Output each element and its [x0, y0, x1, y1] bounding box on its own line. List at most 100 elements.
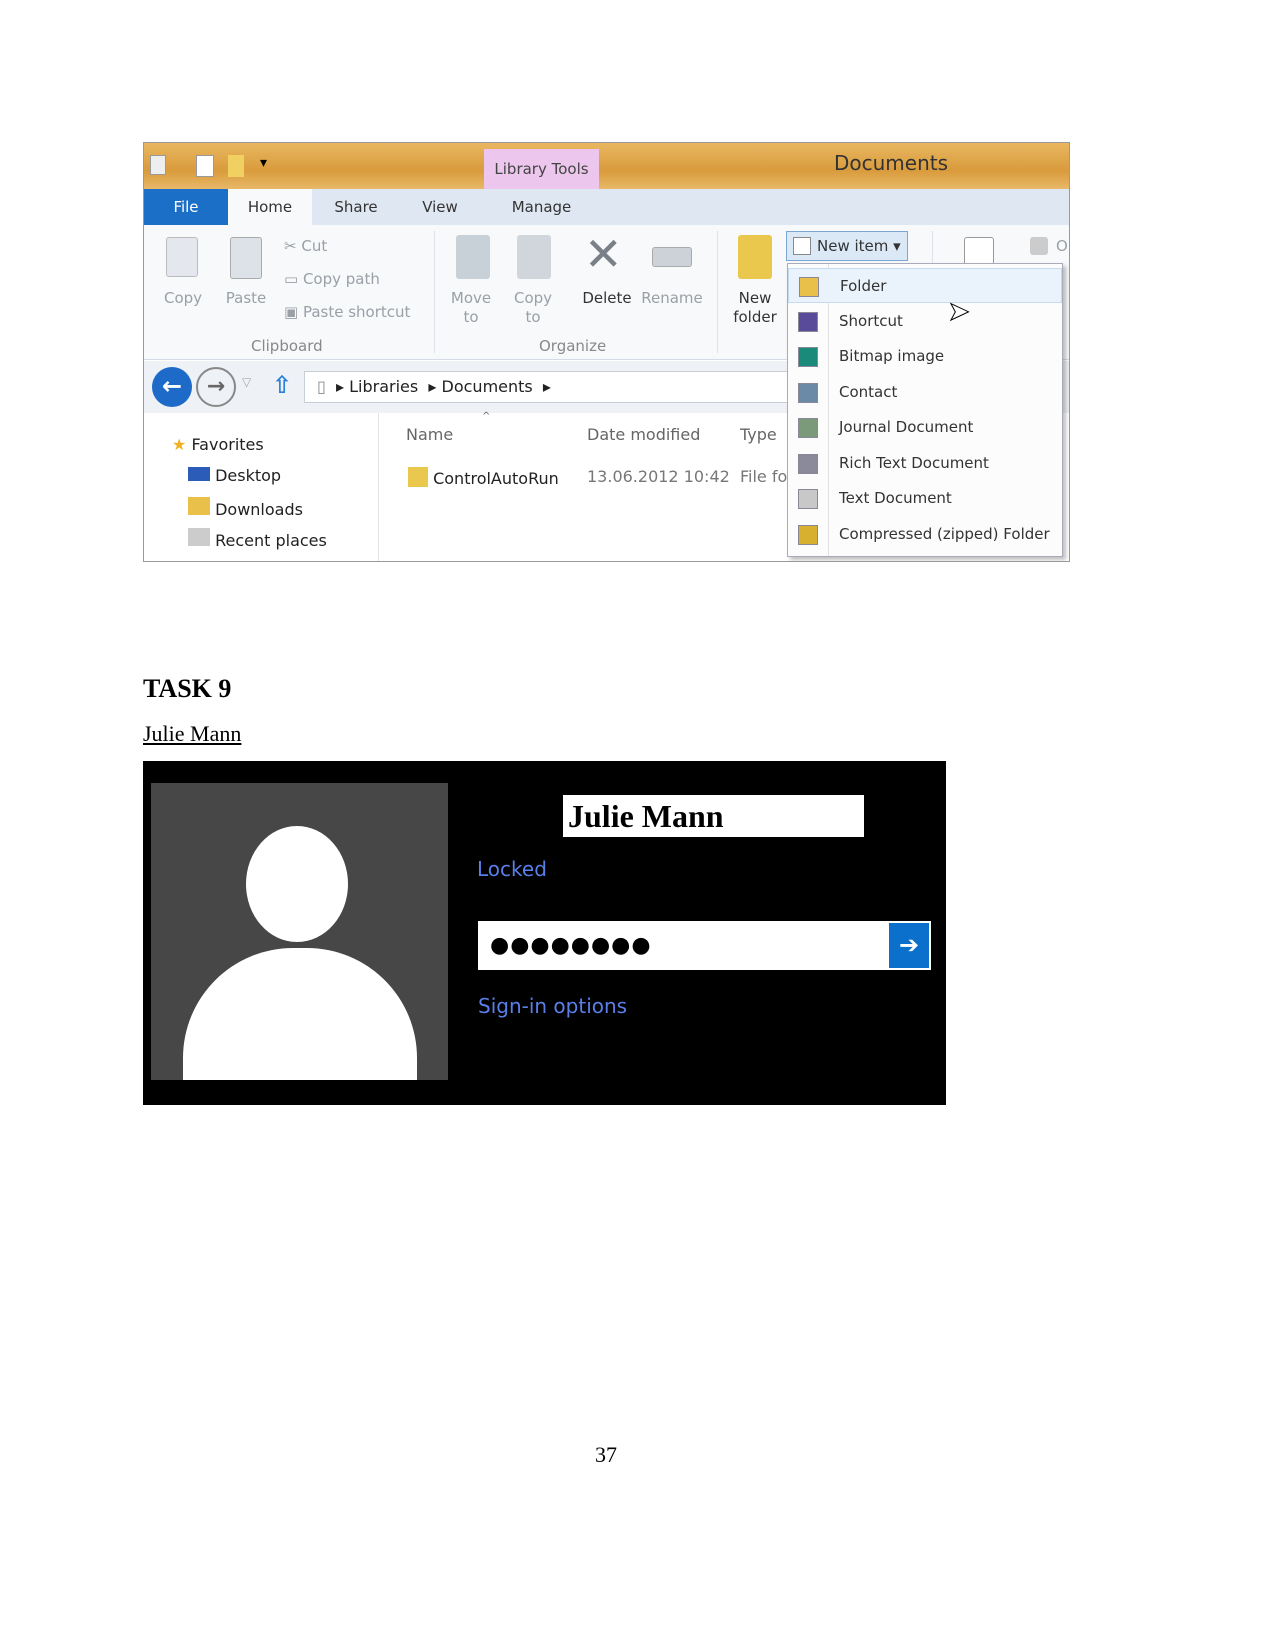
nav-label: Downloads: [215, 500, 303, 519]
menu-item-icon: [798, 453, 818, 474]
folder-icon: [408, 467, 428, 487]
scissors-icon: ✂: [284, 237, 302, 255]
folder-icon[interactable]: [228, 155, 244, 177]
menu-item-icon: [798, 311, 818, 332]
submit-button[interactable]: ➔: [887, 921, 931, 970]
tab-home[interactable]: Home: [228, 189, 312, 225]
paste-shortcut-label: Paste shortcut: [302, 303, 411, 321]
star-icon: ★: [172, 435, 187, 454]
tab-file[interactable]: File: [144, 189, 228, 225]
rename-icon: [652, 247, 692, 267]
menu-item-label: Journal Document: [839, 418, 974, 436]
column-name[interactable]: Name: [406, 425, 453, 444]
move-to-button[interactable]: Move to: [444, 289, 498, 327]
menu-item-label: Text Document: [839, 489, 952, 507]
properties-icon[interactable]: [150, 155, 166, 175]
paste-shortcut-button[interactable]: ▣ Paste shortcut: [284, 303, 410, 322]
customize-toolbar-icon[interactable]: ▾: [260, 155, 267, 171]
menu-item-rich-text-document[interactable]: Rich Text Document: [788, 446, 1062, 481]
menu-item-icon: [798, 382, 818, 403]
mouse-cursor-icon: ➤: [948, 297, 971, 328]
new-item-button[interactable]: New item ▾: [786, 231, 908, 261]
forward-button[interactable]: →: [196, 367, 236, 407]
divider: [717, 231, 718, 353]
user-name: Julie Mann: [563, 795, 864, 837]
rename-button[interactable]: Rename: [640, 289, 704, 308]
recent-locations-chevron-icon[interactable]: ▽: [242, 375, 251, 389]
avatar-body-icon: [183, 948, 417, 1080]
tab-manage[interactable]: Manage: [484, 189, 599, 225]
sort-up-icon: ^: [482, 411, 491, 422]
new-item-label: New item: [817, 237, 889, 255]
delete-x-icon: ✕: [584, 227, 623, 281]
delete-button[interactable]: Delete: [580, 289, 634, 308]
new-folder-button[interactable]: New folder: [728, 289, 782, 327]
nav-label: Favorites: [191, 435, 264, 454]
menu-item-contact[interactable]: Contact: [788, 375, 1062, 410]
menu-item-compressed-zipped-folder[interactable]: Compressed (zipped) Folder: [788, 517, 1062, 552]
tab-view[interactable]: View: [398, 189, 482, 225]
file-name: ControlAutoRun: [433, 469, 559, 488]
divider: [378, 413, 379, 561]
breadcrumb-separator-icon: ▸: [330, 377, 350, 396]
copy-icon: [166, 237, 198, 277]
column-date-modified[interactable]: Date modified: [587, 425, 700, 444]
nav-recent-places[interactable]: Recent places: [188, 528, 327, 550]
new-document-icon[interactable]: [196, 155, 214, 177]
menu-item-shortcut[interactable]: Shortcut: [788, 304, 1062, 339]
menu-item-label: Compressed (zipped) Folder: [839, 524, 1050, 543]
copy-to-icon: [517, 235, 551, 279]
new-folder-icon: [738, 235, 772, 279]
breadcrumb-libraries[interactable]: Libraries: [349, 377, 418, 396]
file-date: 13.06.2012 10:42: [587, 467, 730, 486]
sign-in-options-link[interactable]: Sign-in options: [478, 994, 627, 1018]
properties-ribbon-icon: [1030, 237, 1048, 255]
column-type[interactable]: Type: [740, 425, 777, 444]
paste-button[interactable]: Paste: [220, 289, 272, 308]
address-bar[interactable]: ▯ ▸ Libraries ▸ Documents ▸: [304, 371, 794, 403]
copy-button[interactable]: Copy: [158, 289, 208, 308]
tab-share[interactable]: Share: [314, 189, 398, 225]
file-row[interactable]: ControlAutoRun 13.06.2012 10:42 File fo: [408, 467, 787, 488]
breadcrumb-documents[interactable]: Documents: [442, 377, 533, 396]
move-to-icon: [456, 235, 490, 279]
desktop-icon: [188, 467, 210, 481]
menu-item-folder[interactable]: Folder: [788, 268, 1062, 303]
back-button[interactable]: ←: [152, 367, 192, 407]
avatar-head-icon: [240, 820, 354, 948]
password-field[interactable]: ●●●●●●●● ➔: [478, 921, 931, 970]
nav-favorites[interactable]: ★ Favorites: [172, 435, 264, 454]
recent-places-icon: [188, 528, 210, 546]
arrow-right-icon: ➔: [898, 931, 920, 959]
file-type: File fo: [740, 467, 788, 486]
paste-icon: [230, 237, 262, 279]
library-icon: ▯: [317, 377, 326, 396]
menu-item-bitmap-image[interactable]: Bitmap image: [788, 339, 1062, 374]
menu-item-icon: [798, 489, 818, 509]
title-bar: ▾ Library Tools Documents: [144, 143, 1069, 189]
new-item-icon: [793, 237, 811, 255]
copy-to-button[interactable]: Copy to: [506, 289, 560, 327]
open-label-partial[interactable]: O: [1056, 237, 1068, 256]
page-number: 37: [595, 1442, 617, 1467]
menu-item-journal-document[interactable]: Journal Document: [788, 410, 1062, 445]
divider: [434, 231, 435, 353]
password-mask: ●●●●●●●●: [490, 933, 652, 958]
lock-screen-screenshot: Julie Mann Locked ●●●●●●●● ➔ Sign-in opt…: [143, 761, 946, 1105]
user-avatar: [151, 783, 448, 1080]
window-title: Documents: [834, 151, 949, 175]
locked-status: Locked: [477, 857, 547, 881]
nav-desktop[interactable]: Desktop: [188, 466, 281, 485]
user-link[interactable]: Julie Mann: [143, 721, 241, 747]
paste-shortcut-icon: ▣: [284, 303, 303, 321]
copy-path-label: Copy path: [302, 270, 380, 288]
menu-item-label: Shortcut: [839, 311, 903, 330]
nav-downloads[interactable]: Downloads: [188, 497, 303, 519]
menu-item-text-document[interactable]: Text Document: [788, 481, 1062, 516]
menu-item-icon: [798, 418, 818, 438]
nav-label: Recent places: [215, 531, 327, 550]
copy-path-button[interactable]: ▭ Copy path: [284, 270, 380, 289]
up-button[interactable]: ⇧: [272, 371, 292, 399]
cut-button[interactable]: ✂ Cut: [284, 237, 327, 256]
copy-path-icon: ▭: [284, 270, 303, 288]
